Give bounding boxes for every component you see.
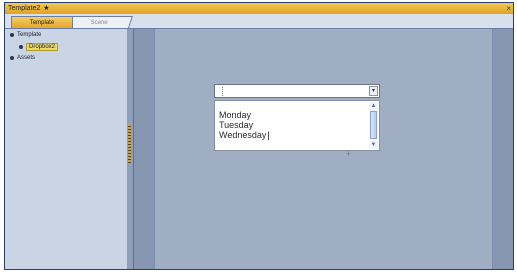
template-tree-panel: Template Dropbox2 Assets bbox=[5, 29, 128, 269]
tree-bullet-icon bbox=[19, 45, 23, 49]
dropdown-arrow-icon[interactable]: ▾ bbox=[369, 86, 378, 96]
scroll-down-icon[interactable]: ▼ bbox=[369, 141, 378, 149]
list-item-tuesday[interactable]: Tuesday bbox=[219, 120, 270, 130]
list-scrollbar[interactable]: ▲ ▼ bbox=[369, 102, 378, 149]
splitter-grip[interactable] bbox=[128, 124, 131, 164]
tree-item-assets[interactable]: Assets bbox=[10, 55, 35, 61]
tab-scene-label: Scene bbox=[91, 20, 109, 26]
tree-item-assets-label: Assets bbox=[17, 55, 36, 61]
tree-item-dropbox2[interactable]: Dropbox2 bbox=[19, 43, 59, 51]
canvas-page[interactable]: ▾ Monday Tuesday Wednesday ▲ ▼ + bbox=[154, 29, 493, 269]
star-icon: ★ bbox=[43, 5, 50, 12]
tree-bullet-icon bbox=[10, 33, 14, 37]
tree-bullet-icon bbox=[10, 56, 14, 60]
tree-item-template-label: Template bbox=[17, 32, 42, 38]
crosshair-icon: + bbox=[346, 149, 352, 159]
editor-window: Template2 ★ × Scene Template Template Dr… bbox=[4, 2, 514, 270]
panel-splitter[interactable] bbox=[127, 29, 134, 269]
tree-item-dropbox2-label: Dropbox2 bbox=[26, 43, 59, 51]
list-item-monday[interactable]: Monday bbox=[219, 110, 270, 120]
scroll-thumb[interactable] bbox=[370, 111, 377, 139]
tab-template[interactable]: Template bbox=[11, 16, 73, 28]
tree-item-template[interactable]: Template bbox=[10, 32, 41, 38]
scroll-up-icon[interactable]: ▲ bbox=[369, 102, 378, 110]
tab-strip: Scene Template bbox=[5, 14, 513, 29]
text-caret bbox=[222, 87, 224, 96]
design-canvas[interactable]: ▾ Monday Tuesday Wednesday ▲ ▼ + bbox=[134, 29, 513, 269]
window-title: Template2 bbox=[8, 5, 41, 12]
dropdown-list[interactable]: Monday Tuesday Wednesday ▲ ▼ bbox=[214, 100, 380, 151]
list-items: Monday Tuesday Wednesday bbox=[219, 110, 270, 140]
list-item-wednesday[interactable]: Wednesday bbox=[219, 130, 270, 140]
tab-template-label: Template bbox=[29, 20, 55, 26]
close-icon[interactable]: × bbox=[506, 3, 511, 14]
tab-scene[interactable]: Scene bbox=[67, 16, 133, 28]
combo-box[interactable]: ▾ bbox=[214, 84, 380, 98]
